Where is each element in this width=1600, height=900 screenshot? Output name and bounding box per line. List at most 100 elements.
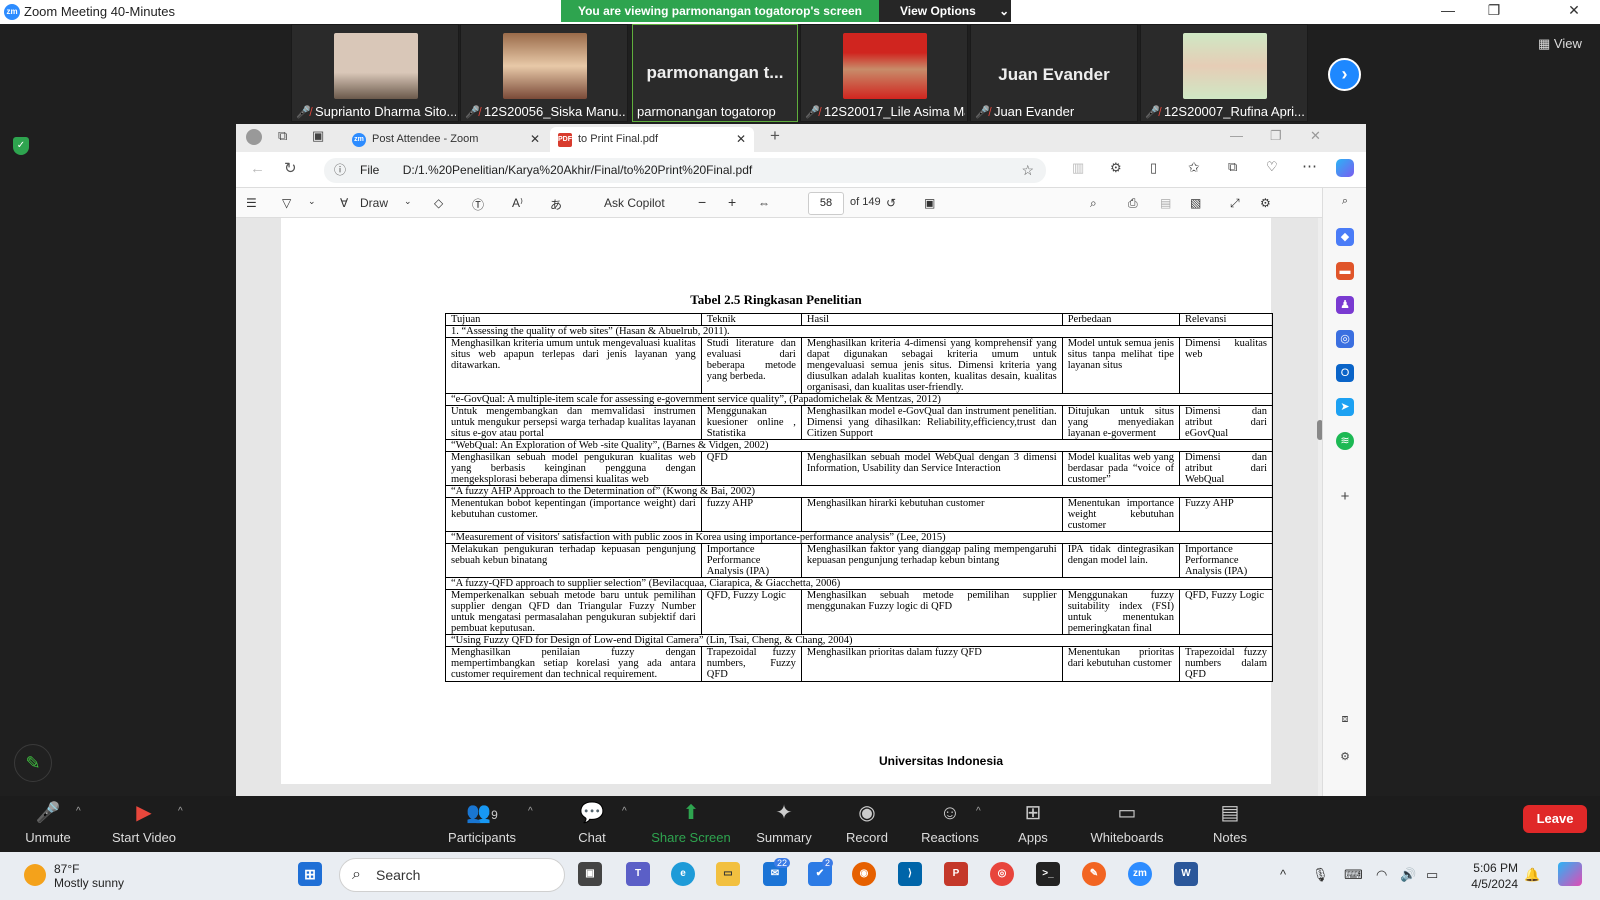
close-tab-icon[interactable]: ✕ <box>530 127 540 152</box>
search-icon[interactable]: ⌕ <box>1090 196 1097 211</box>
outlook-icon[interactable]: O <box>1336 364 1354 382</box>
restore-icon[interactable]: ❐ <box>1270 128 1282 144</box>
close-tab-icon[interactable]: ✕ <box>736 127 746 152</box>
whiteboards-button[interactable]: ▭ Whiteboards <box>1082 796 1172 845</box>
summary-button[interactable]: ✦ Summary <box>744 796 824 845</box>
notifications-icon[interactable]: 🔔 <box>1524 867 1540 883</box>
send-icon[interactable]: ➤ <box>1336 398 1354 416</box>
performance-icon[interactable]: ♡ <box>1266 159 1278 175</box>
view-options-button[interactable]: View Options ⌄ <box>879 0 1011 22</box>
encryption-shield-icon[interactable]: ✓ <box>13 137 29 155</box>
screenshot-icon[interactable]: ⧈ <box>1336 710 1354 728</box>
weather-widget[interactable]: 87°F Mostly sunny <box>24 862 124 890</box>
participant-tile-active-speaker[interactable]: parmonangan t... parmonangan togatorop <box>632 24 798 122</box>
back-icon[interactable]: ← <box>250 160 265 177</box>
audio-options-chevron-icon[interactable]: ^ <box>76 806 81 817</box>
eraser-icon[interactable]: ◇ <box>434 196 443 210</box>
volume-icon[interactable]: 🔊 <box>1400 867 1416 883</box>
page-view-icon[interactable]: ▣ <box>924 196 935 210</box>
apps-button[interactable]: ⊞ Apps <box>993 796 1073 845</box>
collections-icon[interactable]: ⧉ <box>1228 159 1237 175</box>
save-icon[interactable]: ▤ <box>1160 196 1171 210</box>
zoom-in-icon[interactable]: + <box>728 194 736 210</box>
draw-icon[interactable]: ∀ <box>340 196 348 210</box>
restore-icon[interactable]: ❐ <box>1474 2 1514 19</box>
leave-button[interactable]: Leave <box>1523 805 1587 833</box>
minimize-icon[interactable]: — <box>1230 128 1243 143</box>
minimize-icon[interactable]: — <box>1428 2 1468 18</box>
favorite-star-icon[interactable]: ☆ <box>1021 158 1034 183</box>
add-icon[interactable]: + <box>1336 488 1354 506</box>
microsoft365-icon[interactable]: ◎ <box>1336 330 1354 348</box>
record-button[interactable]: ◉ Record <box>827 796 907 845</box>
read-aloud-icon[interactable]: A⁾ <box>512 196 523 210</box>
page-number-input[interactable]: 58 <box>808 192 844 215</box>
spotify-icon[interactable]: ≋ <box>1336 432 1354 450</box>
pdf-viewer[interactable]: Tabel 2.5 Ringkasan Penelitian Tujuan Te… <box>236 218 1322 796</box>
participants-button[interactable]: 👥9 Participants <box>437 796 527 845</box>
taskbar-search[interactable]: ⌕ Search <box>339 858 565 892</box>
next-participants-button[interactable]: › <box>1328 58 1361 91</box>
chat-button[interactable]: 💬 Chat <box>552 796 632 845</box>
workspaces-icon[interactable]: ⧉ <box>278 128 287 144</box>
participants-chevron-icon[interactable]: ^ <box>528 806 533 817</box>
battery-icon[interactable]: ▭ <box>1426 867 1438 883</box>
participant-tile[interactable]: 🎤̸ 12S20007_Rufina Apri... <box>1140 24 1308 122</box>
copilot-icon[interactable] <box>1336 159 1354 177</box>
tray-overflow-icon[interactable]: ^ <box>1280 867 1286 882</box>
draw-label[interactable]: Draw <box>360 196 388 210</box>
video-options-chevron-icon[interactable]: ^ <box>178 806 183 817</box>
powerpoint-icon[interactable]: P <box>944 862 968 886</box>
reading-view-icon[interactable]: ▯ <box>1150 160 1157 176</box>
share-screen-button[interactable]: ⬆ Share Screen <box>646 796 736 845</box>
translate-icon[interactable]: あ <box>550 196 562 213</box>
zoom-out-icon[interactable]: − <box>698 194 706 210</box>
ask-copilot-button[interactable]: Ask Copilot <box>604 196 665 210</box>
participant-tile[interactable]: 🎤̸ 12S20056_Siska Manu... <box>460 24 628 122</box>
chevron-down-icon[interactable]: ⌄ <box>308 196 316 207</box>
text-box-icon[interactable]: Ⓣ <box>472 196 484 213</box>
more-icon[interactable]: ⋯ <box>1302 157 1317 175</box>
clock[interactable]: 5:06 PM 4/5/2024 <box>1460 860 1518 892</box>
chat-chevron-icon[interactable]: ^ <box>622 806 627 817</box>
close-icon[interactable]: ✕ <box>1554 2 1594 19</box>
chrome-icon[interactable]: ◎ <box>990 862 1014 886</box>
annotate-pen-icon[interactable]: ✎ <box>14 744 52 782</box>
unmute-button[interactable]: 🎤 Unmute <box>8 796 88 845</box>
tab-pdf[interactable]: PDF to Print Final.pdf ✕ <box>550 127 754 152</box>
extensions-icon[interactable]: ⚙ <box>1110 160 1122 176</box>
postman-icon[interactable]: ✎ <box>1082 862 1106 886</box>
fit-page-icon[interactable]: ⇔ <box>758 196 770 210</box>
file-explorer-icon[interactable]: ▭ <box>716 862 740 886</box>
refresh-icon[interactable]: ↻ <box>284 159 297 177</box>
reactions-button[interactable]: ☺ Reactions <box>910 796 990 845</box>
start-icon[interactable]: ⊞ <box>298 862 322 886</box>
task-view-icon[interactable]: ▣ <box>578 862 602 886</box>
edge-icon[interactable]: e <box>671 862 695 886</box>
address-bar[interactable]: ⓘ File D:/1.%20Penelitian/Karya%20Akhir/… <box>324 158 1046 183</box>
settings-icon[interactable]: ⚙ <box>1260 196 1271 210</box>
highlight-icon[interactable]: ▽ <box>282 196 291 210</box>
vscode-icon[interactable]: ⟩ <box>898 862 922 886</box>
tools-icon[interactable]: ▬ <box>1336 262 1354 280</box>
keyboard-icon[interactable]: ⌨ <box>1344 867 1363 883</box>
rotate-icon[interactable]: ↺ <box>886 196 896 210</box>
firefox-icon[interactable]: ◉ <box>852 862 876 886</box>
tab-post-attendee[interactable]: zm Post Attendee - Zoom ✕ <box>344 127 548 152</box>
search-icon[interactable]: ⌕ <box>1336 192 1354 210</box>
participant-tile[interactable]: 🎤̸12S20017_Lile Asima Ma... <box>800 24 968 122</box>
start-video-button[interactable]: ▶ Start Video <box>104 796 184 845</box>
participant-tile[interactable]: Juan Evander 🎤̸ Juan Evander <box>970 24 1138 122</box>
contents-icon[interactable]: ☰ <box>246 196 257 210</box>
copilot-icon[interactable] <box>1558 862 1582 886</box>
word-icon[interactable]: W <box>1174 862 1198 886</box>
notes-button[interactable]: ▤ Notes <box>1190 796 1270 845</box>
wifi-icon[interactable]: ◠ <box>1376 867 1387 883</box>
save-as-icon[interactable]: ▧ <box>1190 196 1201 210</box>
favorites-icon[interactable]: ✩ <box>1188 159 1200 176</box>
view-button[interactable]: ▦ View <box>1538 36 1582 52</box>
fullscreen-icon[interactable]: ⤢ <box>1230 196 1240 211</box>
participant-tile[interactable]: 🎤̸ Suprianto Dharma Sito... <box>291 24 459 122</box>
reactions-chevron-icon[interactable]: ^ <box>976 806 981 817</box>
chevron-down-icon[interactable]: ⌄ <box>404 196 412 207</box>
